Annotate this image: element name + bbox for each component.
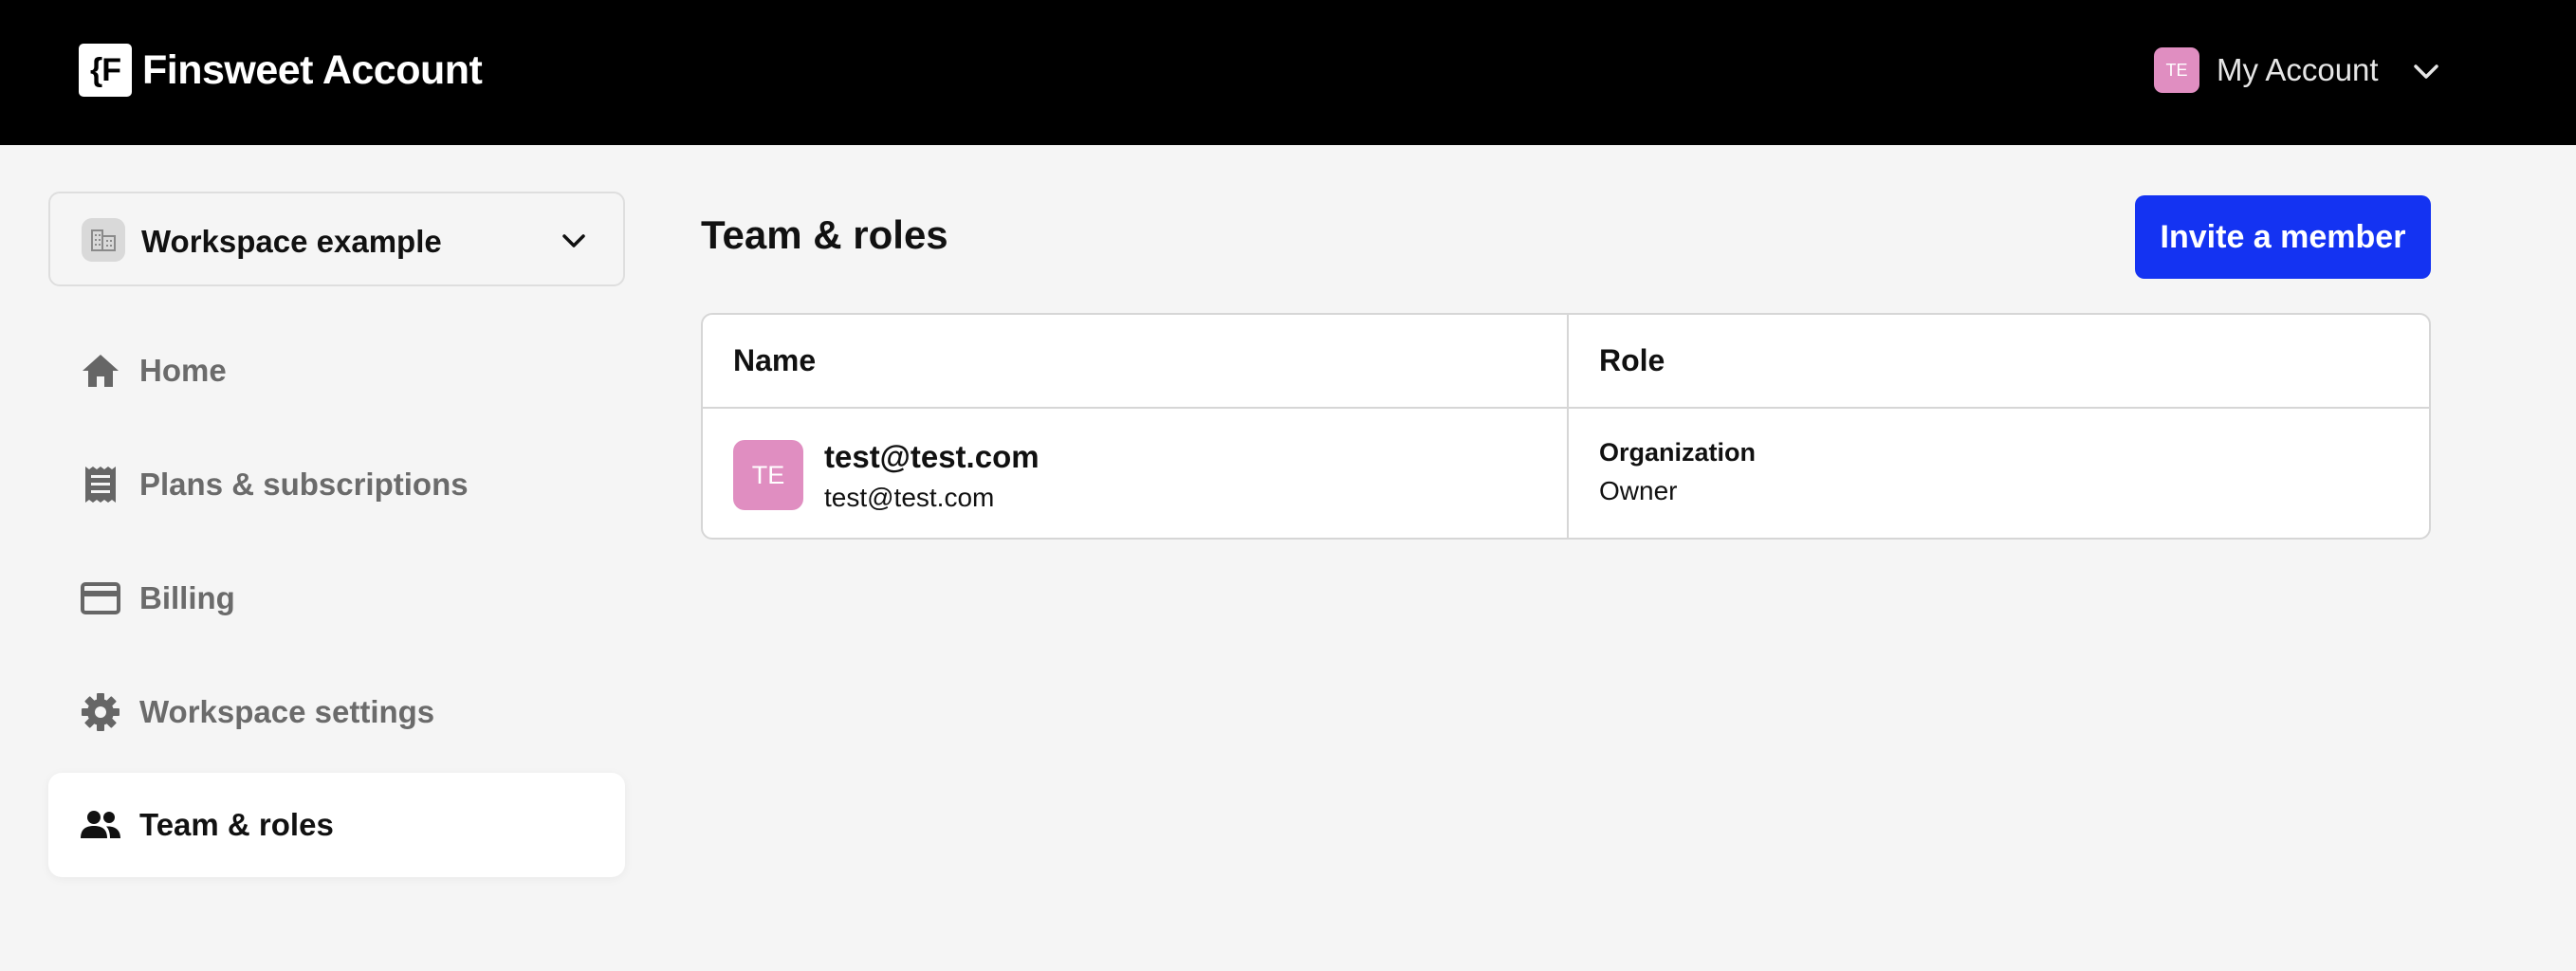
my-account-menu[interactable]: TE My Account	[2154, 47, 2379, 93]
finsweet-logo-icon: {F	[79, 44, 132, 97]
people-icon	[79, 803, 122, 847]
home-icon	[79, 349, 122, 393]
gear-icon	[79, 690, 122, 734]
sidebar-item-home[interactable]: Home	[48, 319, 625, 423]
receipt-icon	[79, 463, 122, 506]
chevron-down-icon	[555, 222, 593, 260]
sidebar-item-label: Team & roles	[139, 807, 334, 842]
column-divider	[1567, 315, 1569, 538]
table-divider	[703, 407, 2429, 409]
workspace-name: Workspace example	[141, 224, 442, 259]
sidebar-item-team-roles[interactable]: Team & roles	[48, 773, 625, 877]
role-scope: Organization	[1599, 438, 1757, 467]
account-label: My Account	[2217, 52, 2379, 87]
sidebar-item-label: Plans & subscriptions	[139, 467, 469, 502]
page-title: Team & roles	[701, 212, 948, 257]
top-bar: {F Finsweet Account TE My Account	[0, 0, 2576, 145]
team-table: Name Role TE test@test.com test@test.com…	[701, 313, 2431, 540]
brand[interactable]: {F Finsweet Account	[79, 44, 483, 97]
role-name: Owner	[1599, 476, 1678, 505]
sidebar-item-label: Billing	[139, 580, 235, 615]
member-name: test@test.com	[824, 439, 1040, 474]
invite-member-button[interactable]: Invite a member	[2135, 195, 2431, 279]
account-avatar: TE	[2154, 47, 2199, 93]
credit-card-icon	[79, 577, 122, 620]
chevron-down-icon[interactable]	[2409, 55, 2443, 89]
sidebar-item-label: Home	[139, 353, 227, 388]
member-email: test@test.com	[824, 483, 995, 512]
sidebar-item-plans[interactable]: Plans & subscriptions	[48, 432, 625, 537]
brand-name: Finsweet Account	[142, 46, 483, 93]
sidebar-item-workspace-settings[interactable]: Workspace settings	[48, 660, 625, 764]
column-header-role: Role	[1599, 343, 1665, 377]
sidebar-item-label: Workspace settings	[139, 694, 435, 729]
workspace-selector[interactable]: Workspace example	[48, 192, 625, 286]
sidebar-item-billing[interactable]: Billing	[48, 546, 625, 650]
avatar: TE	[733, 440, 803, 510]
building-icon	[82, 218, 125, 262]
column-header-name: Name	[733, 343, 817, 377]
